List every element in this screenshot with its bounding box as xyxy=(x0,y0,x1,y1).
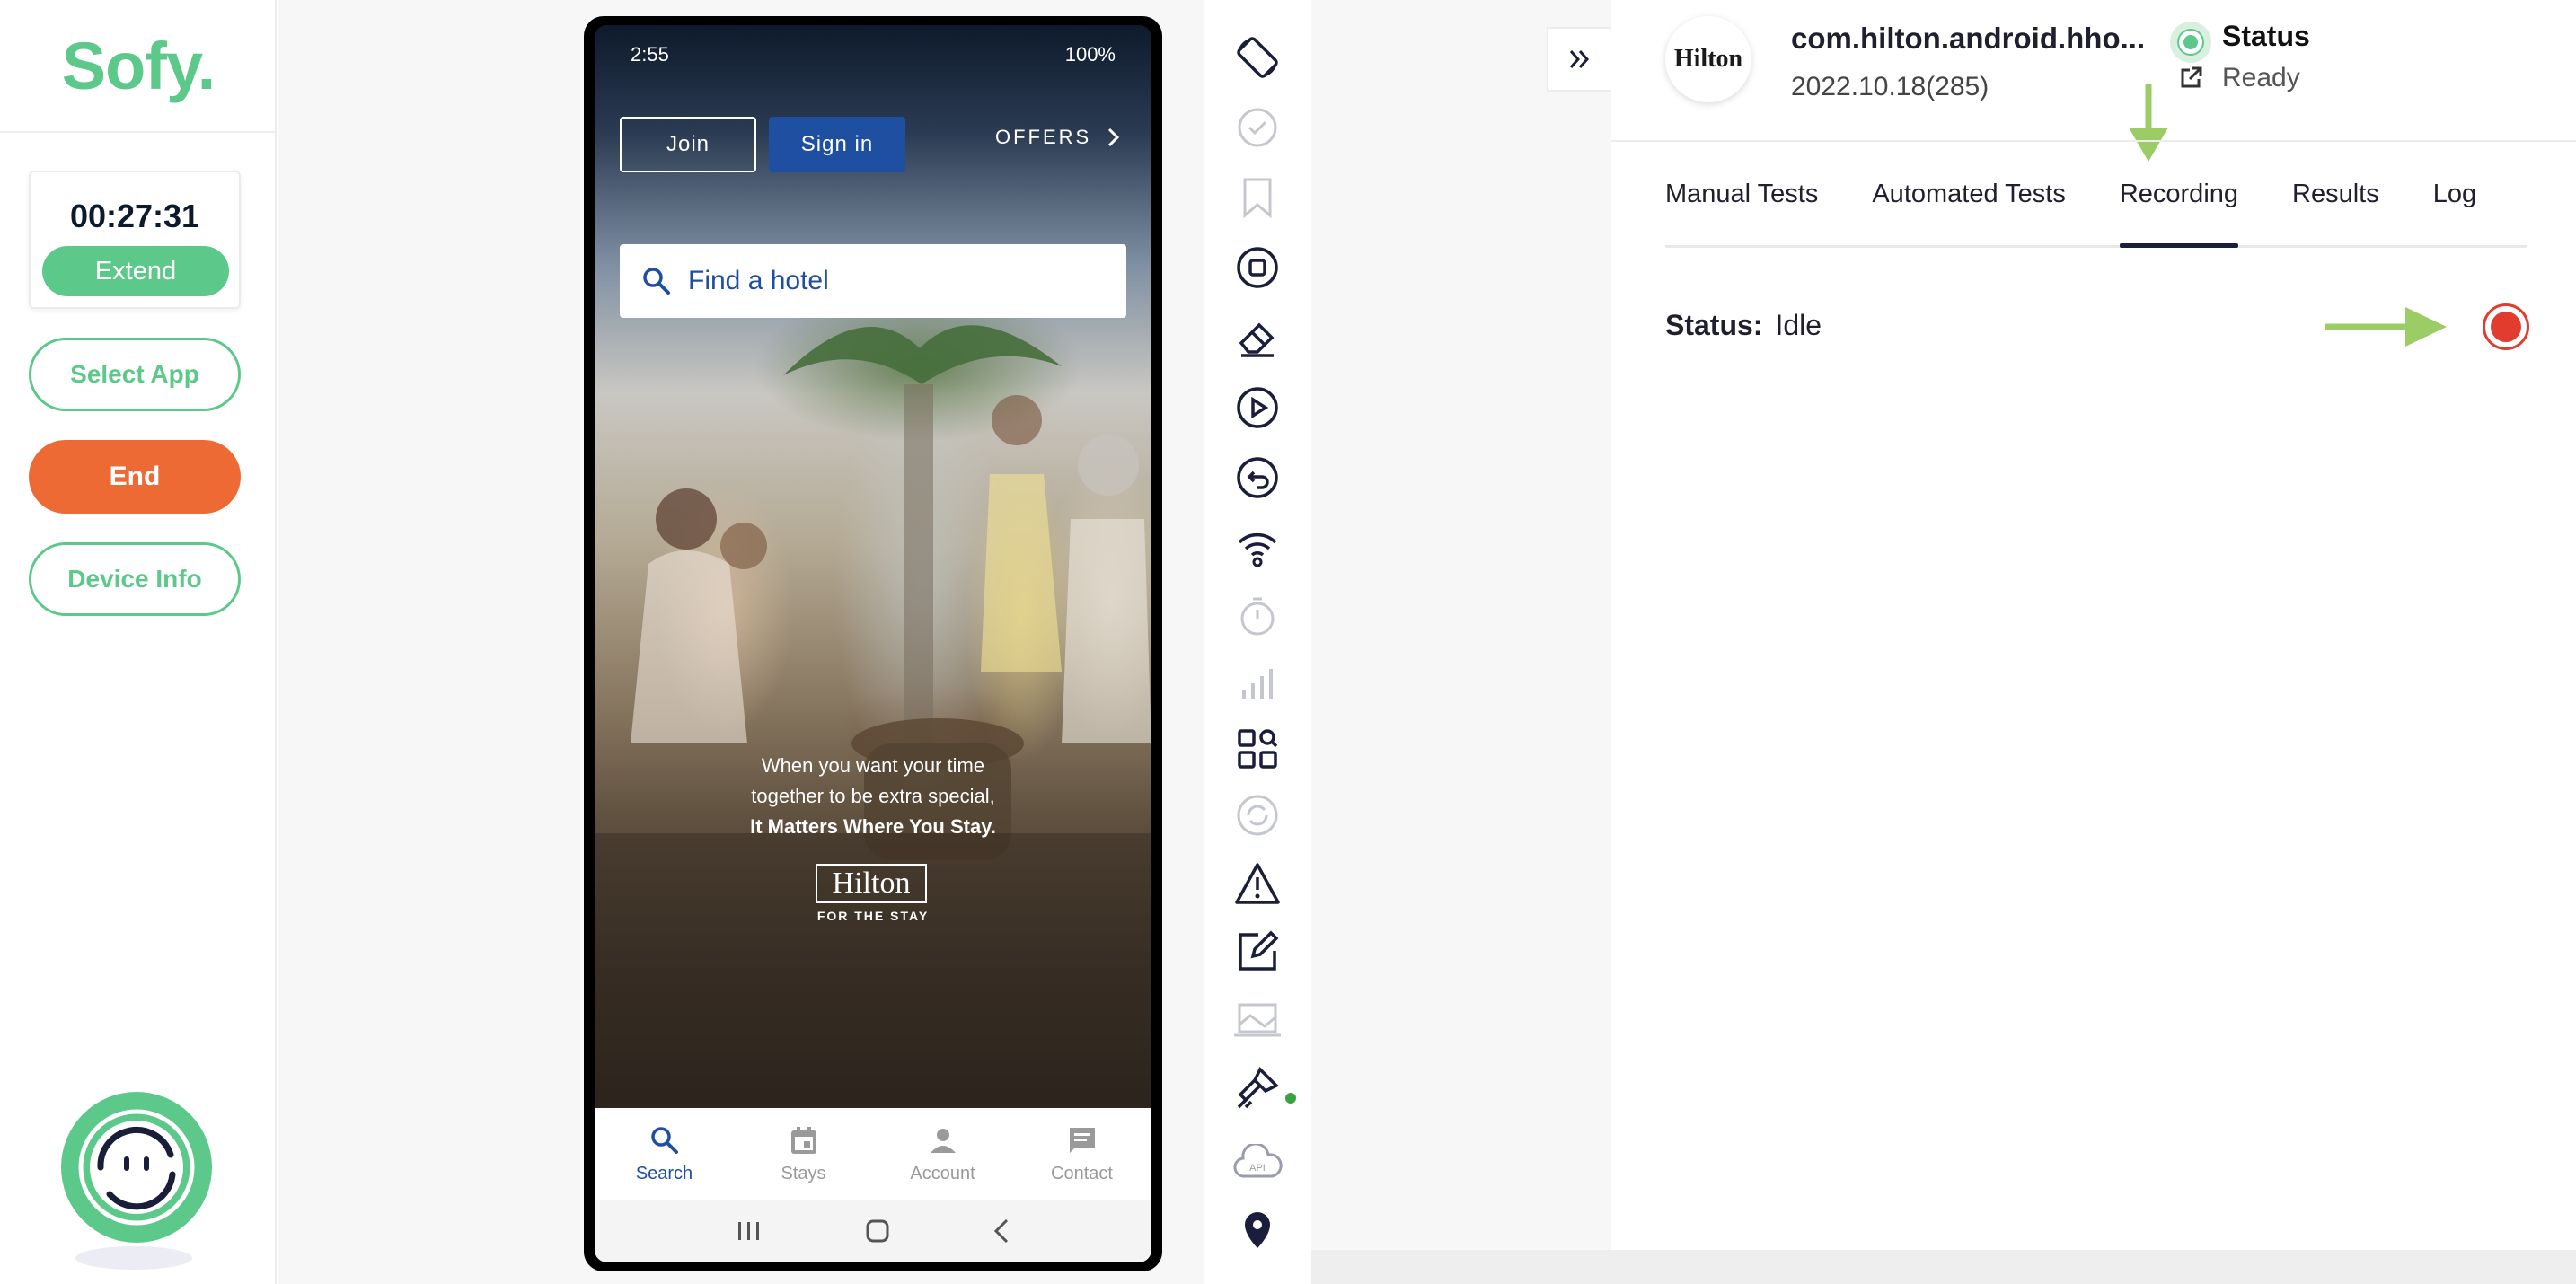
tab-stays[interactable]: Stays xyxy=(734,1108,873,1200)
collapse-panel-button[interactable] xyxy=(1547,27,1611,92)
image-compare-icon[interactable] xyxy=(1231,993,1284,1047)
tagline-line-2: together to be extra special, xyxy=(751,785,995,807)
search-icon xyxy=(641,266,672,296)
find-hotel-search[interactable]: Find a hotel xyxy=(620,244,1126,318)
external-link-icon[interactable] xyxy=(2177,65,2204,92)
bot-shadow xyxy=(75,1246,192,1270)
eraser-icon[interactable] xyxy=(1231,311,1284,365)
left-sidebar: Sofy. 00:27:31 Extend Select App End Dev… xyxy=(0,0,277,1284)
device-tool-rail: API xyxy=(1204,0,1311,1284)
hilton-brand-logo: Hilton xyxy=(816,864,927,903)
record-button[interactable] xyxy=(2483,303,2529,350)
end-button[interactable]: End xyxy=(29,440,241,514)
app-grid-search-icon[interactable] xyxy=(1231,722,1284,776)
brush-icon[interactable] xyxy=(1231,1061,1284,1115)
offers-label: OFFERS xyxy=(995,126,1092,148)
select-app-button[interactable]: Select App xyxy=(29,338,241,411)
location-pin-icon[interactable] xyxy=(1231,1203,1284,1257)
brush-active-indicator xyxy=(1285,1093,1296,1104)
back-icon[interactable] xyxy=(992,1218,1010,1244)
android-status-bar: 2:55 100% xyxy=(595,25,1151,77)
tab-contact-label: Contact xyxy=(1051,1163,1113,1183)
android-nav-bar xyxy=(595,1200,1151,1262)
session-timer: 00:27:31 xyxy=(69,198,200,234)
record-dot xyxy=(2491,312,2521,342)
signal-bars-icon[interactable] xyxy=(1231,655,1284,709)
stop-circle-icon[interactable] xyxy=(1231,241,1284,295)
device-screen[interactable]: 2:55 100% Join Sign in OFFERS Find a hot… xyxy=(595,25,1151,1262)
tagline-line-1: When you want your time xyxy=(761,754,985,777)
app-logo: Hilton xyxy=(1665,16,1751,102)
play-circle-icon[interactable] xyxy=(1231,381,1284,435)
panel-header-divider xyxy=(1611,140,2576,142)
undo-circle-icon[interactable] xyxy=(1231,451,1284,505)
rotate-screen-icon[interactable] xyxy=(1231,31,1284,84)
annotation-arrow-right-icon xyxy=(2325,307,2447,347)
app-version: 2022.10.18(285) xyxy=(1791,72,1989,101)
status-time: 2:55 xyxy=(631,43,669,66)
hilton-brand-subtitle: FOR THE STAY xyxy=(816,909,930,923)
annotation-arrow-down-icon xyxy=(2129,84,2168,162)
recording-status-key: Status: xyxy=(1665,309,1763,341)
calendar-icon xyxy=(790,1126,816,1154)
session-timer-card: 00:27:31 Extend xyxy=(29,171,241,309)
double-chevron-right-icon xyxy=(1569,50,1590,68)
sync-circle-icon[interactable] xyxy=(1231,788,1284,842)
tab-log[interactable]: Log xyxy=(2433,176,2476,245)
tab-stays-label: Stays xyxy=(781,1163,826,1183)
edit-note-icon[interactable] xyxy=(1231,925,1284,979)
bookmark-icon[interactable] xyxy=(1231,171,1284,224)
hero-image xyxy=(595,25,1151,1108)
device-info-button[interactable]: Device Info xyxy=(29,542,241,616)
assistant-bot-button[interactable] xyxy=(61,1092,212,1243)
tab-account-label: Account xyxy=(910,1163,975,1183)
bottom-strip xyxy=(1311,1250,2576,1284)
panel-tabs: Manual Tests Automated Tests Recording R… xyxy=(1665,176,2527,248)
tab-account[interactable]: Account xyxy=(873,1108,1012,1200)
device-frame: 2:55 100% Join Sign in OFFERS Find a hot… xyxy=(584,16,1162,1271)
search-placeholder: Find a hotel xyxy=(688,266,829,295)
chat-icon xyxy=(1069,1127,1095,1153)
status-value: Ready xyxy=(2222,63,2300,92)
tab-recording[interactable]: Recording xyxy=(2119,176,2239,248)
person-icon xyxy=(930,1128,956,1153)
tab-search[interactable]: Search xyxy=(595,1108,734,1200)
warning-icon[interactable] xyxy=(1231,857,1284,910)
check-circle-icon[interactable] xyxy=(1231,101,1284,154)
bot-face-icon xyxy=(78,1109,195,1226)
home-icon[interactable] xyxy=(864,1218,891,1244)
battery-level: 100% xyxy=(1064,43,1116,66)
recording-status: Status: Idle xyxy=(1665,309,1822,342)
status-label: Status xyxy=(2222,20,2310,52)
search-icon xyxy=(650,1126,678,1154)
extend-button[interactable]: Extend xyxy=(42,246,229,296)
tab-contact[interactable]: Contact xyxy=(1012,1108,1151,1200)
tab-automated-tests[interactable]: Automated Tests xyxy=(1872,176,2065,245)
app-tab-bar: Search Stays Account Contact xyxy=(595,1108,1151,1200)
app-package-name: com.hilton.android.hho... xyxy=(1791,22,2146,55)
app-panel: Hilton com.hilton.android.hho... 2022.10… xyxy=(1611,0,2576,1250)
chevron-right-icon xyxy=(1108,128,1120,147)
wifi-icon[interactable] xyxy=(1231,521,1284,575)
offers-link[interactable]: OFFERS xyxy=(995,126,1120,149)
status-indicator xyxy=(2170,22,2211,63)
sign-in-button[interactable]: Sign in xyxy=(769,117,905,172)
tab-search-label: Search xyxy=(635,1163,693,1183)
recent-apps-icon[interactable] xyxy=(736,1219,763,1243)
hero-tagline: When you want your time together to be e… xyxy=(595,751,1151,842)
tab-results[interactable]: Results xyxy=(2292,176,2379,245)
join-button[interactable]: Join xyxy=(620,117,756,172)
sofy-logo: Sofy. xyxy=(0,0,277,133)
tagline-line-3: It Matters Where You Stay. xyxy=(750,815,996,838)
api-cloud-icon[interactable]: API xyxy=(1231,1137,1284,1191)
hero-scene-icon xyxy=(595,325,1151,1108)
stopwatch-icon[interactable] xyxy=(1231,589,1284,643)
recording-status-value: Idle xyxy=(1775,309,1822,341)
svg-text:API: API xyxy=(1249,1163,1266,1174)
tab-manual-tests[interactable]: Manual Tests xyxy=(1665,176,1818,245)
